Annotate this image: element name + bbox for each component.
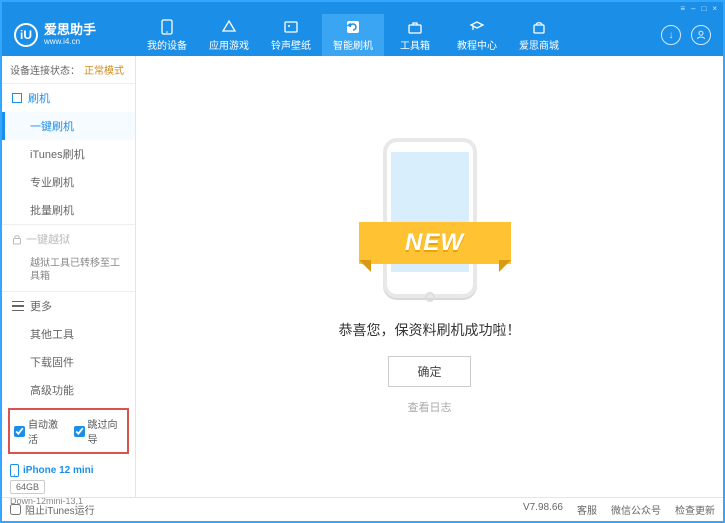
store-icon bbox=[531, 19, 547, 35]
header: iU 爱思助手 www.i4.cn 我的设备 应用游戏 铃声壁纸 智能刷机 bbox=[2, 14, 723, 56]
flash-section-head[interactable]: 刷机 bbox=[2, 84, 135, 112]
customer-service-link[interactable]: 客服 bbox=[577, 502, 597, 517]
brand: iU 爱思助手 www.i4.cn bbox=[2, 23, 136, 47]
ok-button[interactable]: 确定 bbox=[388, 356, 470, 387]
storage-badge: 64GB bbox=[10, 480, 45, 494]
connection-status: 设备连接状态： 正常模式 bbox=[2, 56, 135, 83]
sidebar-item-itunes-flash[interactable]: iTunes刷机 bbox=[2, 140, 135, 168]
brand-url: www.i4.cn bbox=[44, 38, 96, 47]
top-nav: 我的设备 应用游戏 铃声壁纸 智能刷机 工具箱 教程中心 bbox=[136, 14, 649, 56]
device-icon bbox=[159, 19, 175, 35]
toolbox-icon bbox=[407, 19, 423, 35]
download-icon[interactable]: ↓ bbox=[661, 25, 681, 45]
footer: 阻止iTunes运行 V7.98.66 客服 微信公众号 检查更新 bbox=[2, 497, 723, 521]
user-icon[interactable] bbox=[691, 25, 711, 45]
success-message: 恭喜您，保资料刷机成功啦！ bbox=[339, 320, 521, 340]
sidebar-item-other-tools[interactable]: 其他工具 bbox=[2, 320, 135, 348]
nav-media[interactable]: 铃声壁纸 bbox=[260, 14, 322, 56]
brand-name: 爱思助手 bbox=[44, 23, 96, 37]
auto-activate-checkbox[interactable]: 自动激活 bbox=[14, 416, 64, 446]
body: 设备连接状态： 正常模式 刷机 一键刷机 iTunes刷机 专业刷机 批量刷机 … bbox=[2, 56, 723, 497]
media-icon bbox=[283, 19, 299, 35]
version-label: V7.98.66 bbox=[523, 502, 563, 517]
square-icon bbox=[12, 93, 22, 103]
jailbreak-note: 越狱工具已转移至工具箱 bbox=[2, 253, 135, 291]
close-icon[interactable]: × bbox=[712, 4, 717, 13]
maximize-icon[interactable]: □ bbox=[701, 4, 706, 13]
device-name[interactable]: iPhone 12 mini bbox=[10, 464, 127, 477]
sidebar-item-pro-flash[interactable]: 专业刷机 bbox=[2, 168, 135, 196]
view-log-link[interactable]: 查看日志 bbox=[408, 399, 452, 415]
hamburger-icon bbox=[12, 301, 24, 312]
more-section-head[interactable]: 更多 bbox=[2, 292, 135, 320]
checkbox-group: 自动激活 跳过向导 bbox=[8, 408, 129, 454]
sidebar-item-onekey-flash[interactable]: 一键刷机 bbox=[2, 112, 135, 140]
minimize-icon[interactable]: – bbox=[691, 4, 695, 13]
skip-guide-checkbox[interactable]: 跳过向导 bbox=[74, 416, 124, 446]
new-ribbon: NEW bbox=[359, 222, 511, 264]
wechat-link[interactable]: 微信公众号 bbox=[611, 502, 661, 517]
nav-my-device[interactable]: 我的设备 bbox=[136, 14, 198, 56]
tutorial-icon bbox=[469, 19, 485, 35]
sidebar-item-jailbreak: 一键越狱 bbox=[2, 225, 135, 253]
nav-tutorial[interactable]: 教程中心 bbox=[446, 14, 508, 56]
nav-toolbox[interactable]: 工具箱 bbox=[384, 14, 446, 56]
lock-icon bbox=[12, 234, 22, 245]
nav-apps[interactable]: 应用游戏 bbox=[198, 14, 260, 56]
titlebar: ≡ – □ × bbox=[2, 2, 723, 14]
brand-logo-icon: iU bbox=[14, 23, 38, 47]
sidebar-item-batch-flash[interactable]: 批量刷机 bbox=[2, 196, 135, 224]
nav-store[interactable]: 爱思商城 bbox=[508, 14, 570, 56]
phone-illustration: NEW bbox=[365, 138, 495, 308]
sidebar: 设备连接状态： 正常模式 刷机 一键刷机 iTunes刷机 专业刷机 批量刷机 … bbox=[2, 56, 136, 497]
main-content: NEW 恭喜您，保资料刷机成功啦！ 确定 查看日志 bbox=[136, 56, 723, 497]
nav-flash[interactable]: 智能刷机 bbox=[322, 14, 384, 56]
sidebar-item-download-fw[interactable]: 下载固件 bbox=[2, 348, 135, 376]
apps-icon bbox=[221, 19, 237, 35]
block-itunes-checkbox[interactable]: 阻止iTunes运行 bbox=[10, 502, 95, 517]
sidebar-item-advanced[interactable]: 高级功能 bbox=[2, 376, 135, 404]
menu-icon[interactable]: ≡ bbox=[680, 4, 685, 13]
flash-icon bbox=[345, 19, 361, 35]
phone-icon bbox=[10, 464, 19, 477]
header-right: ↓ bbox=[649, 25, 723, 45]
app-window: ≡ – □ × iU 爱思助手 www.i4.cn 我的设备 应用游戏 铃声壁纸 bbox=[0, 0, 725, 523]
check-update-link[interactable]: 检查更新 bbox=[675, 502, 715, 517]
